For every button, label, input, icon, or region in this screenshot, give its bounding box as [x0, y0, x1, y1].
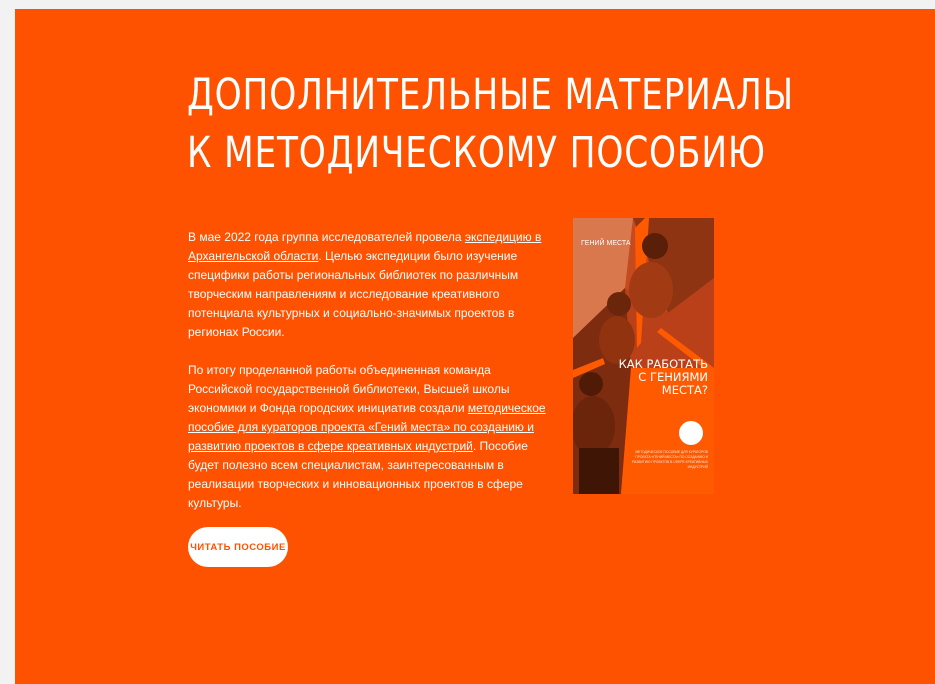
title-line-1: ДОПОЛНИТЕЛЬНЫЕ МАТЕРИАЛЫ — [187, 70, 794, 120]
cover-subtitle: МЕТОДИЧЕСКОЕ ПОСОБИЕ ДЛЯ КУРАТОРОВ ПРОЕК… — [632, 450, 708, 469]
paragraph-text: В мае 2022 года группа исследователей пр… — [188, 230, 465, 244]
cover-white-circle — [679, 421, 703, 445]
cover-title: КАК РАБОТАТЬ С ГЕНИЯМИ МЕСТА? — [618, 357, 708, 397]
read-guide-button[interactable]: ЧИТАТЬ ПОСОБИЕ — [188, 527, 288, 567]
guide-cover-image[interactable]: ГЕНИЙ МЕСТА КАК РАБОТАТЬ С ГЕНИЯМИ МЕСТА… — [573, 218, 714, 494]
paragraph-expedition: В мае 2022 года группа исследователей пр… — [188, 228, 558, 342]
paragraph-text: По итогу проделанной работы объединенная… — [188, 363, 510, 415]
cover-logo: ГЕНИЙ МЕСТА — [581, 240, 631, 247]
paragraph-guide: По итогу проделанной работы объединенная… — [188, 361, 558, 513]
page-title: ДОПОЛНИТЕЛЬНЫЕ МАТЕРИАЛЫ К МЕТОДИЧЕСКОМУ… — [187, 66, 794, 182]
title-line-2: К МЕТОДИЧЕСКОМУ ПОСОБИЮ — [187, 128, 766, 178]
description: В мае 2022 года группа исследователей пр… — [188, 228, 558, 532]
